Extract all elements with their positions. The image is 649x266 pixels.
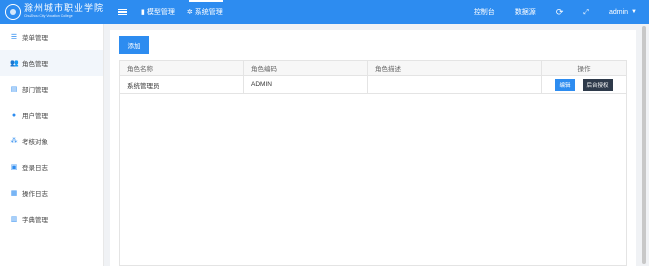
column-header-role-code[interactable]: 角色编码 [244, 61, 368, 75]
top-nav: ▮ 模型管理 ✲ 系统管理 [141, 0, 235, 24]
cell-role-code: ADMIN [244, 76, 368, 93]
sidebar-item-role-management[interactable]: 👥 角色管理 [0, 50, 103, 76]
fullscreen-icon[interactable]: ⤢ [583, 9, 589, 16]
cell-actions: 编辑 后台授权 [542, 76, 626, 93]
sidebar-item-label: 角色管理 [22, 61, 48, 68]
dictionary-icon: ▥ [10, 216, 18, 223]
sidebar: ☰ 菜单管理 👥 角色管理 ▤ 部门管理 ● 用户管理 ⁂ 考核对象 ▣ 登录日… [0, 24, 104, 266]
refresh-icon[interactable]: ⟳ [556, 7, 564, 17]
sidebar-item-dictionary-management[interactable]: ▥ 字典管理 [0, 206, 103, 232]
sidebar-item-department-management[interactable]: ▤ 部门管理 [0, 76, 103, 102]
roles-table: 角色名称 角色编码 角色描述 操作 系统管理员 ADMIN 编辑 后台授权 [119, 60, 627, 266]
sidebar-item-user-management[interactable]: ● 用户管理 [0, 102, 103, 128]
datasource-link[interactable]: 数据源 [515, 7, 536, 17]
menu-toggle-icon[interactable] [118, 8, 127, 16]
backend-authorize-button[interactable]: 后台授权 [582, 78, 613, 91]
sidebar-item-assessment-objects[interactable]: ⁂ 考核对象 [0, 128, 103, 154]
sidebar-item-label: 登录日志 [22, 165, 48, 172]
cell-role-name: 系统管理员 [120, 76, 244, 93]
database-icon: ▮ [141, 9, 145, 16]
sidebar-item-label: 考核对象 [22, 139, 48, 146]
users-icon: 👥 [10, 60, 19, 67]
add-button[interactable]: 添加 [119, 36, 149, 54]
username: admin [608, 8, 629, 16]
caret-down-icon: ▼ [631, 9, 637, 15]
sitemap-icon: ⁂ [10, 138, 18, 145]
sidebar-item-label: 部门管理 [22, 87, 48, 94]
sidebar-item-label: 菜单管理 [22, 35, 48, 42]
sidebar-item-menu-management[interactable]: ☰ 菜单管理 [0, 24, 103, 50]
header-right: 控制台 数据源 ⟳ ⤢ admin ▼ [474, 0, 649, 24]
top-nav-label: 系统管理 [194, 9, 223, 16]
list-icon: ☰ [10, 34, 18, 41]
table-header: 角色名称 角色编码 角色描述 操作 [120, 61, 626, 76]
building-icon: ▤ [10, 86, 18, 93]
operation-log-icon: ▦ [10, 190, 18, 197]
main-panel: 添加 角色名称 角色编码 角色描述 操作 系统管理员 ADMIN 编辑 后台授权 [110, 30, 636, 266]
column-header-role-name[interactable]: 角色名称 [120, 61, 244, 75]
college-seal-icon [5, 4, 21, 20]
sidebar-item-label: 操作日志 [22, 191, 48, 198]
logo-chinese-name: 滁州城市职业学院 [24, 4, 105, 15]
sidebar-item-label: 用户管理 [22, 113, 48, 120]
top-nav-label: 模型管理 [146, 9, 175, 16]
login-log-icon: ▣ [10, 164, 18, 171]
cell-role-description [368, 76, 542, 93]
college-logo[interactable]: 滁州城市职业学院 ChuZhou City Vocation College [0, 0, 104, 24]
top-nav-model-management[interactable]: ▮ 模型管理 [141, 0, 175, 24]
user-group-icon: ● [11, 111, 17, 119]
edit-button[interactable]: 编辑 [555, 78, 575, 91]
sidebar-item-operation-log[interactable]: ▦ 操作日志 [0, 180, 103, 206]
top-nav-system-management[interactable]: ✲ 系统管理 [187, 0, 223, 24]
sidebar-item-login-log[interactable]: ▣ 登录日志 [0, 154, 103, 180]
console-link[interactable]: 控制台 [474, 7, 495, 17]
user-menu[interactable]: admin ▼ [609, 9, 637, 16]
scrollbar-thumb[interactable] [642, 26, 646, 264]
top-header: 滁州城市职业学院 ChuZhou City Vocation College ▮… [0, 0, 649, 24]
column-header-actions: 操作 [577, 66, 591, 73]
column-header-role-description[interactable]: 角色描述 [368, 61, 542, 75]
logo-english-name: ChuZhou City Vocation College [24, 14, 73, 19]
sidebar-item-label: 字典管理 [22, 217, 48, 224]
gears-icon: ✲ [186, 9, 193, 16]
logo-text: 滁州城市职业学院 ChuZhou City Vocation College [24, 5, 104, 19]
table-row[interactable]: 系统管理员 ADMIN 编辑 后台授权 [120, 76, 626, 94]
